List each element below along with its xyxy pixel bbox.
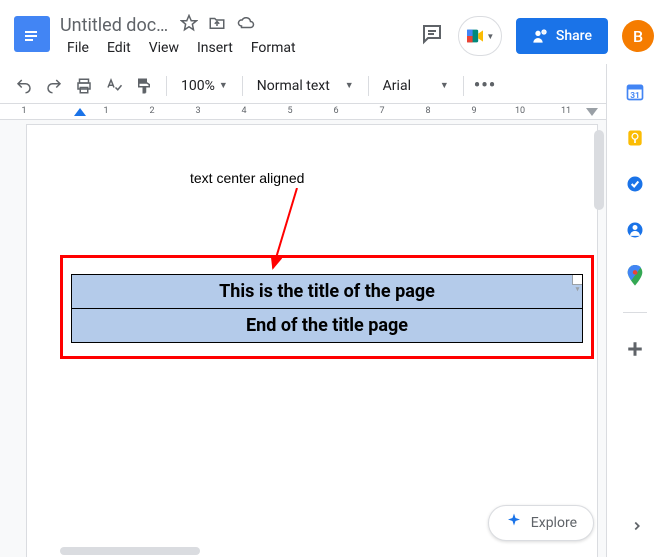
ruler-tick: 6 — [333, 106, 338, 116]
explore-icon — [505, 512, 523, 534]
horizontal-ruler[interactable]: 1 1 2 3 4 5 6 7 8 9 10 11 — [0, 104, 606, 120]
menu-file[interactable]: File — [60, 38, 96, 58]
move-icon[interactable] — [208, 14, 226, 36]
ruler-tick: 8 — [425, 106, 430, 116]
more-tools-button[interactable]: ••• — [474, 75, 496, 96]
table-cell-text: This is the title of the page — [219, 281, 435, 302]
table-cell-handle-icon[interactable]: ▾ — [572, 275, 582, 285]
zoom-value: 100% — [181, 78, 215, 94]
ruler-tick: 1 — [103, 106, 108, 116]
ruler-tick: 1 — [21, 106, 26, 116]
ruler-tick: 11 — [561, 106, 571, 116]
calendar-icon[interactable]: 31 — [625, 82, 645, 102]
comments-icon[interactable] — [420, 22, 444, 50]
meet-button[interactable]: ▼ — [458, 16, 502, 56]
keep-icon[interactable] — [625, 128, 645, 148]
zoom-select[interactable]: 100%▼ — [177, 78, 232, 94]
share-button[interactable]: Share — [516, 18, 608, 54]
maps-icon[interactable] — [625, 266, 645, 286]
toolbar: 100%▼ Normal text ▼ Arial ▼ ••• — [0, 68, 662, 104]
vertical-scrollbar[interactable] — [594, 130, 604, 210]
undo-button[interactable] — [12, 74, 36, 98]
ruler-tick: 2 — [149, 106, 154, 116]
tasks-icon[interactable] — [625, 174, 645, 194]
ruler-tick: 5 — [287, 106, 292, 116]
print-button[interactable] — [72, 74, 96, 98]
font-select[interactable]: Arial ▼ — [379, 78, 453, 94]
menu-edit[interactable]: Edit — [100, 38, 138, 58]
ruler-tick: 9 — [471, 106, 476, 116]
svg-text:31: 31 — [630, 91, 640, 101]
font-value: Arial — [383, 78, 411, 94]
table-cell-end[interactable]: End of the title page — [72, 309, 583, 343]
docs-logo-icon[interactable] — [14, 16, 50, 52]
ruler-tick: 7 — [379, 106, 384, 116]
document-table[interactable]: This is the title of the page ▾ End of th… — [71, 274, 583, 343]
explore-label: Explore — [531, 515, 577, 531]
addons-icon[interactable] — [625, 339, 645, 359]
style-value: Normal text — [257, 78, 330, 94]
explore-button[interactable]: Explore — [488, 505, 594, 541]
horizontal-scrollbar[interactable] — [60, 547, 200, 555]
spellcheck-button[interactable] — [102, 74, 126, 98]
redo-button[interactable] — [42, 74, 66, 98]
table-cell-text: End of the title page — [246, 315, 408, 336]
side-panel: 31 — [606, 64, 662, 557]
contacts-icon[interactable] — [625, 220, 645, 240]
annotation-highlight-box: This is the title of the page ▾ End of th… — [60, 255, 594, 359]
menu-format[interactable]: Format — [244, 38, 303, 58]
menu-view[interactable]: View — [142, 38, 186, 58]
ruler-indent-marker[interactable] — [74, 108, 86, 116]
cloud-status-icon[interactable] — [236, 14, 256, 36]
table-cell-title[interactable]: This is the title of the page ▾ — [72, 275, 583, 309]
style-select[interactable]: Normal text ▼ — [253, 78, 358, 94]
share-label: Share — [556, 28, 592, 44]
star-icon[interactable] — [180, 14, 198, 36]
ruler-tick: 10 — [515, 106, 525, 116]
hide-sidepanel-icon[interactable] — [630, 518, 644, 537]
account-avatar[interactable]: B — [622, 20, 654, 52]
annotation-label: text center aligned — [190, 170, 304, 186]
ruler-tick: 4 — [241, 106, 246, 116]
ruler-right-marker[interactable] — [586, 108, 598, 116]
paint-format-button[interactable] — [132, 74, 156, 98]
menu-insert[interactable]: Insert — [190, 38, 240, 58]
ruler-tick: 3 — [195, 106, 200, 116]
doc-title[interactable]: Untitled doc... — [60, 15, 170, 36]
